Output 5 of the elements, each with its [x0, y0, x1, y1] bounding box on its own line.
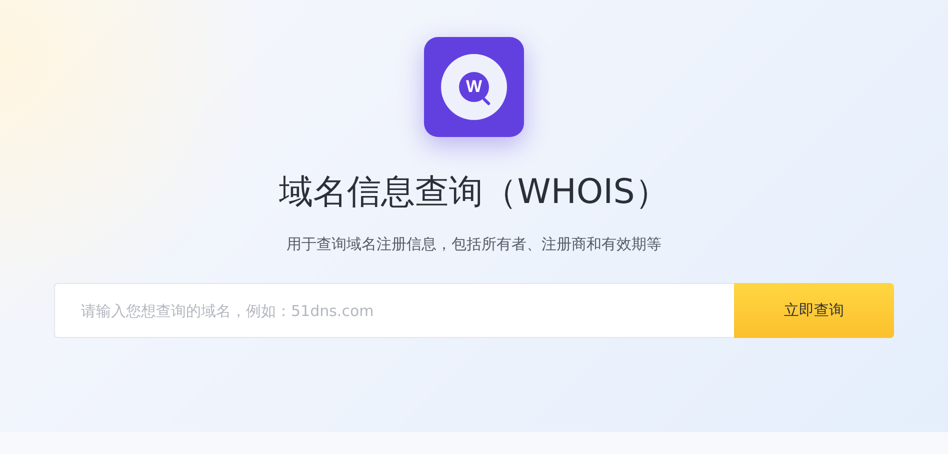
search-button[interactable]: 立即查询 [734, 283, 894, 338]
app-logo: W [424, 37, 524, 137]
subtitle: 用于查询域名注册信息，包括所有者、注册商和有效期等 [286, 235, 662, 254]
page-title: 域名信息查询（WHOIS） [279, 171, 669, 214]
domain-input-field[interactable]: 请输入您想查询的域名，例如：51dns.com [54, 283, 734, 338]
